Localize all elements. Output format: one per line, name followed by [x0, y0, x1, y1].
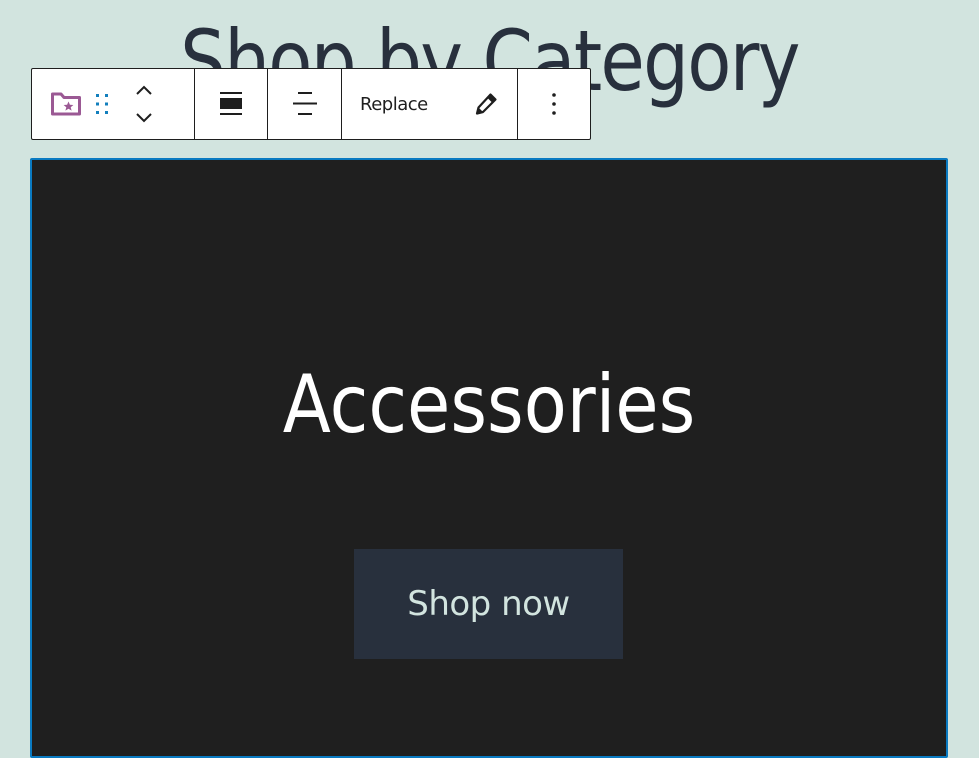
- block-toolbar-group-align: [195, 69, 268, 139]
- chevron-down-icon: [136, 113, 152, 123]
- cover-block[interactable]: Accessories Shop now: [30, 158, 948, 758]
- edit-image-button[interactable]: [466, 69, 506, 139]
- shop-now-button[interactable]: Shop now: [354, 549, 623, 659]
- block-toolbar-group-vertical-align: [268, 69, 342, 139]
- block-toolbar-group-parent: [32, 69, 195, 139]
- block-movers: [126, 69, 162, 139]
- block-toolbar: Replace: [31, 68, 591, 140]
- replace-button[interactable]: Replace: [360, 69, 450, 139]
- align-vertical-center-icon: [292, 92, 317, 115]
- folder-star-icon: [51, 92, 81, 116]
- drag-handle-button[interactable]: [88, 69, 116, 139]
- block-toolbar-group-options: [518, 69, 590, 139]
- more-options-button[interactable]: [518, 69, 590, 139]
- more-vertical-icon: [552, 93, 556, 115]
- move-down-button[interactable]: [134, 104, 154, 132]
- vertical-align-button[interactable]: [268, 69, 341, 139]
- chevron-up-icon: [136, 85, 152, 95]
- align-button[interactable]: [195, 69, 267, 139]
- drag-handle-icon: [96, 94, 108, 114]
- block-toolbar-group-media: Replace: [342, 69, 518, 139]
- move-up-button[interactable]: [134, 76, 154, 104]
- cover-title[interactable]: Accessories: [87, 355, 891, 455]
- block-type-button[interactable]: [48, 69, 84, 139]
- pencil-icon: [475, 93, 497, 115]
- align-full-width-icon: [220, 92, 242, 115]
